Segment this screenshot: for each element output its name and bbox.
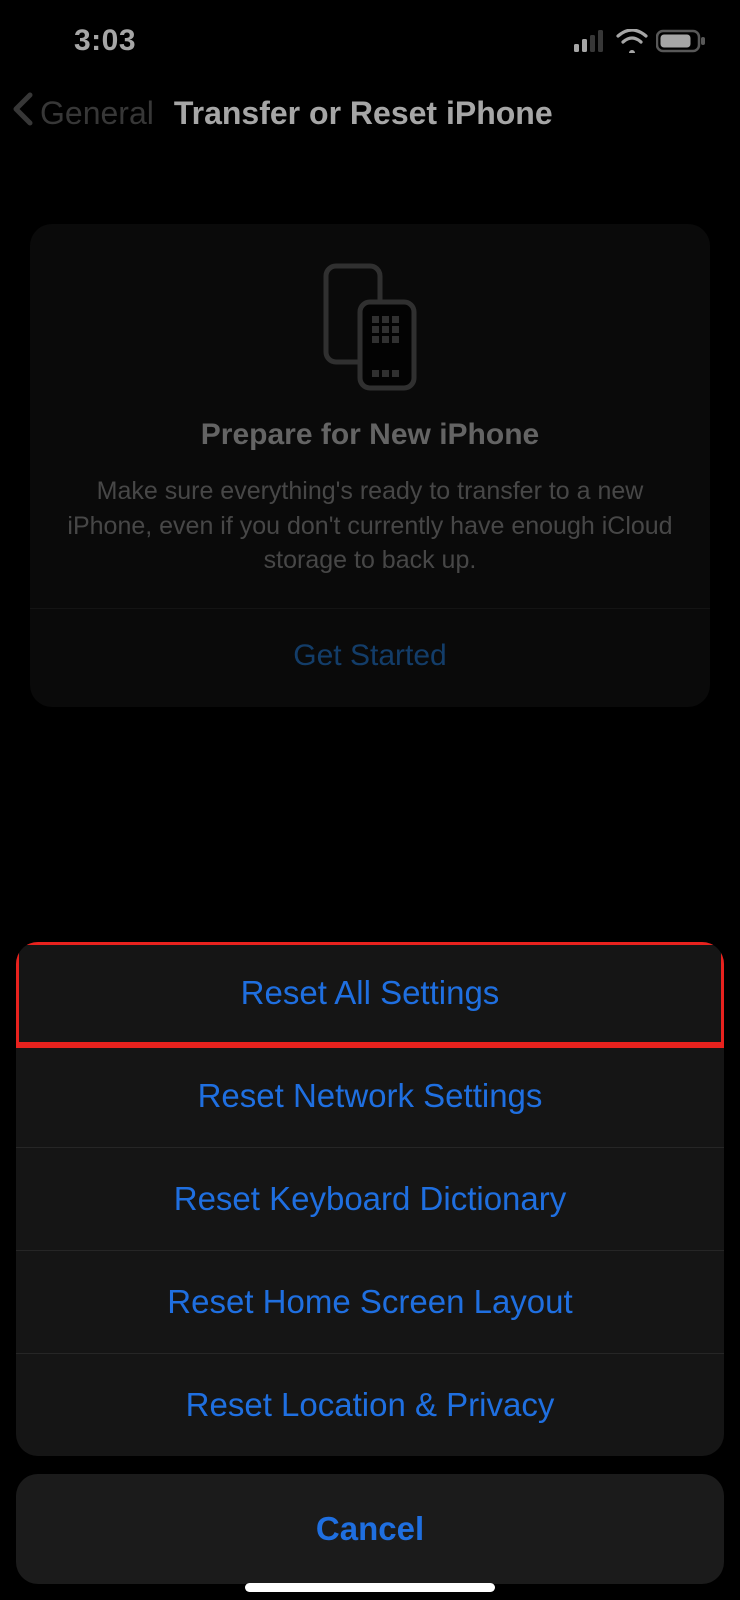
transfer-devices-icon: [60, 262, 680, 392]
nav-bar: General Transfer or Reset iPhone: [0, 70, 740, 154]
card-description: Make sure everything's ready to transfer…: [60, 474, 680, 578]
status-bar: 3:03: [0, 0, 740, 70]
sheet-group: Reset All Settings Reset Network Setting…: [16, 942, 724, 1456]
back-label: General: [40, 95, 154, 132]
chevron-left-icon: [10, 92, 36, 134]
status-right: [574, 29, 706, 53]
card-title: Prepare for New iPhone: [60, 418, 680, 452]
get-started-button[interactable]: Get Started: [60, 609, 680, 707]
cellular-icon: [574, 30, 608, 52]
reset-keyboard-dictionary-button[interactable]: Reset Keyboard Dictionary: [16, 1148, 724, 1251]
reset-all-settings-button[interactable]: Reset All Settings: [16, 942, 724, 1045]
back-button[interactable]: General: [10, 92, 154, 134]
reset-location-privacy-button[interactable]: Reset Location & Privacy: [16, 1354, 724, 1456]
prepare-card: Prepare for New iPhone Make sure everyth…: [30, 224, 710, 707]
battery-icon: [656, 29, 706, 53]
cancel-button[interactable]: Cancel: [16, 1474, 724, 1584]
status-time: 3:03: [34, 24, 136, 58]
page-title: Transfer or Reset iPhone: [174, 95, 553, 132]
reset-network-settings-button[interactable]: Reset Network Settings: [16, 1045, 724, 1148]
reset-action-sheet: Reset All Settings Reset Network Setting…: [0, 942, 740, 1600]
reset-home-screen-layout-button[interactable]: Reset Home Screen Layout: [16, 1251, 724, 1354]
wifi-icon: [616, 29, 648, 53]
home-indicator[interactable]: [245, 1583, 495, 1592]
